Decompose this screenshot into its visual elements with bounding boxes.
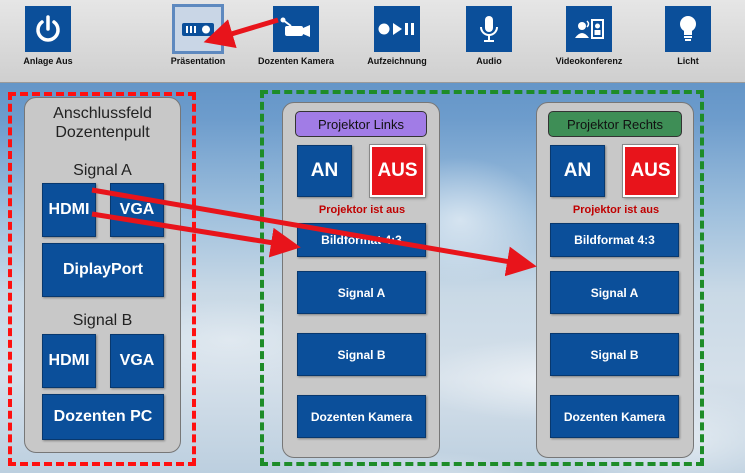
connection-panel-title-line2: Dozentenpult	[55, 124, 150, 141]
signal-b-hdmi-button[interactable]: HDMI	[42, 334, 96, 388]
toolbar-item-dozenten-kamera[interactable]: Dozenten Kamera	[248, 6, 344, 66]
audio-button[interactable]	[466, 6, 512, 52]
projector-icon	[182, 23, 214, 36]
projector-left-panel: Projektor Links AN AUS Projektor ist aus…	[282, 102, 440, 458]
projector-left-on-button[interactable]: AN	[297, 145, 352, 197]
projector-left-signal-a-button[interactable]: Signal A	[297, 271, 426, 314]
signal-a-heading: Signal A	[73, 162, 132, 179]
toolbar-item-videokonferenz[interactable]: Videokonferenz	[541, 6, 637, 66]
videokonferenz-button[interactable]	[566, 6, 612, 52]
projector-right-on-button[interactable]: AN	[550, 145, 605, 197]
toolbar-item-praesentation[interactable]: Präsentation	[150, 4, 246, 66]
dozenten-kamera-button[interactable]	[273, 6, 319, 52]
connection-panel-title-line1: Anschlussfeld	[53, 105, 152, 122]
projector-left-format-button[interactable]: Bildformat 4:3	[297, 223, 426, 257]
anlage-aus-button[interactable]	[25, 6, 71, 52]
projector-right-header: Projektor Rechts	[548, 111, 682, 137]
signal-a-vga-button[interactable]: VGA	[110, 183, 164, 237]
projector-right-format-button[interactable]: Bildformat 4:3	[550, 223, 679, 257]
toolbar-item-audio[interactable]: Audio	[441, 6, 537, 66]
aufzeichnung-button[interactable]	[374, 6, 420, 52]
signal-b-heading: Signal B	[72, 312, 133, 329]
camera-icon	[280, 17, 310, 37]
projector-left-off-button[interactable]: AUS	[369, 144, 426, 198]
toolbar-item-anlage-aus[interactable]: Anlage Aus	[0, 6, 96, 66]
licht-label: Licht	[677, 56, 699, 66]
projector-right-off-button[interactable]: AUS	[622, 144, 679, 198]
projector-right-status: Projektor ist aus	[572, 204, 660, 216]
microphone-icon	[480, 16, 498, 42]
power-icon	[36, 15, 60, 42]
projector-right-signal-a-button[interactable]: Signal A	[550, 271, 679, 314]
toolbar-item-licht[interactable]: Licht	[640, 6, 736, 66]
toolbar-item-aufzeichnung[interactable]: Aufzeichnung	[349, 6, 445, 66]
projector-left-camera-button[interactable]: Dozenten Kamera	[297, 395, 426, 438]
audio-label: Audio	[476, 56, 502, 66]
dozenten-pc-button[interactable]: Dozenten PC	[42, 394, 164, 440]
top-toolbar: Anlage Aus Präsentation Dozenten Kamera	[0, 0, 745, 83]
projector-left-signal-b-button[interactable]: Signal B	[297, 333, 426, 376]
signal-a-hdmi-button[interactable]: HDMI	[42, 183, 96, 237]
projector-right-camera-button[interactable]: Dozenten Kamera	[550, 395, 679, 438]
connection-panel-title: Anschlussfeld Dozentenpult	[25, 104, 180, 142]
praesentation-button[interactable]	[172, 4, 224, 54]
anlage-aus-label: Anlage Aus	[23, 56, 73, 66]
dozenten-kamera-label: Dozenten Kamera	[257, 56, 335, 66]
projector-right-panel: Projektor Rechts AN AUS Projektor ist au…	[536, 102, 694, 458]
displayport-button[interactable]: DiplayPort	[42, 243, 164, 297]
signal-b-vga-button[interactable]: VGA	[110, 334, 164, 388]
videoconference-icon	[575, 19, 604, 39]
aufzeichnung-label: Aufzeichnung	[367, 56, 427, 66]
praesentation-label: Präsentation	[170, 56, 226, 66]
projector-left-header: Projektor Links	[295, 111, 427, 137]
projector-right-signal-b-button[interactable]: Signal B	[550, 333, 679, 376]
connection-panel: Anschlussfeld Dozentenpult Signal A HDMI…	[24, 97, 181, 453]
videokonferenz-label: Videokonferenz	[555, 56, 623, 66]
projector-left-status: Projektor ist aus	[318, 204, 406, 216]
lightbulb-icon	[680, 16, 696, 41]
record-icon	[378, 23, 414, 35]
licht-button[interactable]	[665, 6, 711, 52]
